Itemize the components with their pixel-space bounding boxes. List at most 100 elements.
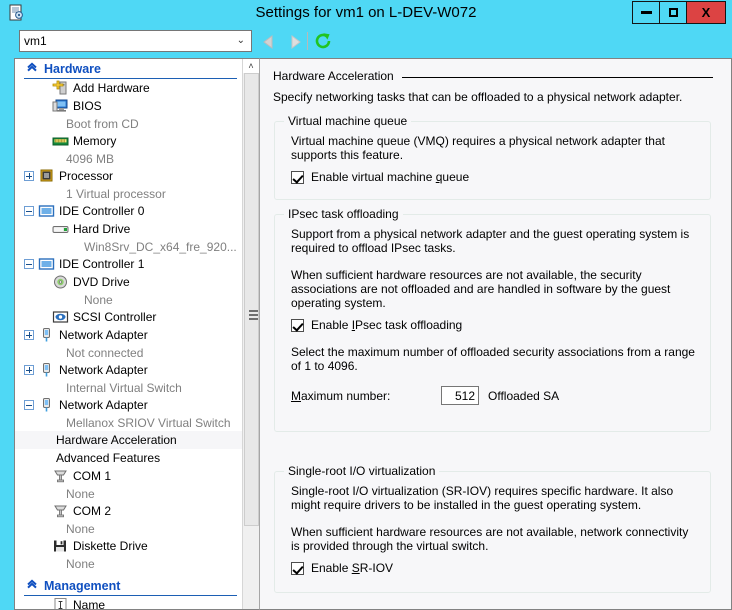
tree-item-network-adapter-3-sub: Mellanox SRIOV Virtual Switch: [15, 414, 242, 431]
section-header-management[interactable]: Management: [24, 576, 237, 596]
collapse-minus-icon[interactable]: [24, 400, 34, 410]
group-virtual-machine-queue: Virtual machine queue Virtual machine qu…: [274, 121, 711, 200]
back-arrow-icon[interactable]: [261, 33, 279, 51]
tree-item-label: Advanced Features: [56, 451, 160, 465]
tree-item-com-1[interactable]: COM 1: [15, 467, 242, 485]
settings-content-pane: Hardware Acceleration Specify networking…: [259, 58, 732, 610]
checkbox-row-enable-vmq[interactable]: Enable virtual machine queue: [291, 171, 696, 184]
tree-item-sublabel: 4096 MB: [24, 152, 114, 166]
network-adapter-icon: [38, 327, 55, 343]
tree-item-name[interactable]: Name: [15, 596, 242, 609]
window-title: Settings for vm1 on L-DEV-W072: [0, 4, 732, 21]
tree-item-label: Name: [73, 598, 105, 609]
tree-item-dvd-drive[interactable]: DVD Drive: [15, 273, 242, 291]
checkbox-enable-ipsec-task-offloading[interactable]: [291, 319, 304, 332]
tree-item-network-adapter-3[interactable]: Network Adapter: [15, 396, 242, 414]
add-hardware-icon: [52, 80, 69, 96]
expand-plus-icon[interactable]: [24, 330, 34, 340]
tree-item-ide-controller-0[interactable]: IDE Controller 0: [15, 202, 242, 220]
tree-item-bios-sub: Boot from CD: [15, 115, 242, 132]
group-body: Virtual machine queue (VMQ) requires a p…: [275, 122, 710, 194]
checkbox-row-enable-sriov[interactable]: Enable SR-IOV: [291, 562, 696, 575]
com-port-icon: [52, 503, 69, 519]
checkbox-row-enable-ipsec[interactable]: Enable IPsec task offloading: [291, 319, 696, 332]
tree-item-sublabel: None: [24, 522, 95, 536]
tree-item-label: SCSI Controller: [73, 310, 156, 324]
maximize-icon: [669, 8, 678, 17]
group-body: Single-root I/O virtualization (SR-IOV) …: [275, 472, 710, 585]
collapse-minus-icon[interactable]: [24, 259, 34, 269]
scroll-up-button[interactable]: ˄: [243, 59, 259, 73]
group-paragraph: Support from a physical network adapter …: [291, 227, 696, 255]
checkbox-label: Enable IPsec task offloading: [311, 319, 462, 332]
minimize-icon: [641, 11, 652, 14]
collapse-minus-icon[interactable]: [24, 206, 34, 216]
tree-item-add-hardware[interactable]: Add Hardware: [15, 79, 242, 97]
settings-window: Settings for vm1 on L-DEV-W072 X vm1 ⌄: [0, 0, 732, 610]
tree-item-network-adapter-2[interactable]: Network Adapter: [15, 361, 242, 379]
tree-item-label: Hard Drive: [73, 222, 130, 236]
com-port-icon: [52, 468, 69, 484]
tree-item-diskette-drive[interactable]: Diskette Drive: [15, 537, 242, 555]
chevron-down-icon: ⌄: [237, 36, 245, 46]
section-label-hardware: Hardware: [44, 62, 101, 76]
maximum-number-suffix: Offloaded SA: [488, 389, 559, 403]
checkbox-enable-virtual-machine-queue[interactable]: [291, 171, 304, 184]
tree-item-hard-drive-sub: Win8Srv_DC_x64_fre_920...: [15, 238, 242, 255]
tree-item-bios[interactable]: BIOS: [15, 97, 242, 115]
tree-item-processor[interactable]: Processor: [15, 167, 242, 185]
tree-item-label: Network Adapter: [59, 363, 148, 377]
tree-item-com-2[interactable]: COM 2: [15, 502, 242, 520]
chevron-up-icon: ˄: [248, 61, 253, 71]
checkbox-label: Enable virtual machine queue: [311, 171, 469, 184]
tree-item-network-adapter-1[interactable]: Network Adapter: [15, 326, 242, 344]
expand-plus-icon[interactable]: [24, 365, 34, 375]
group-paragraph: Single-root I/O virtualization (SR-IOV) …: [291, 484, 696, 512]
tree-item-sublabel: Win8Srv_DC_x64_fre_920...: [24, 240, 237, 254]
maximum-number-row: Maximum number: Offloaded SA: [291, 386, 696, 405]
title-rule: [402, 77, 713, 78]
close-button[interactable]: X: [686, 1, 726, 24]
page-title: Hardware Acceleration: [273, 69, 713, 83]
forward-arrow-icon[interactable]: [285, 33, 303, 51]
tree-item-label: BIOS: [73, 99, 102, 113]
group-ipsec-task-offloading: IPsec task offloading Support from a phy…: [274, 214, 711, 432]
tree-item-hard-drive[interactable]: Hard Drive: [15, 220, 242, 238]
scrollbar-thumb[interactable]: [244, 73, 259, 526]
tree-item-sublabel: None: [24, 487, 95, 501]
navigation-tree-pane: Hardware Add Hardware: [14, 58, 259, 610]
tree-item-network-adapter-2-sub: Internal Virtual Switch: [15, 379, 242, 396]
tree-item-com-1-sub: None: [15, 485, 242, 502]
minimize-button[interactable]: [632, 1, 660, 24]
memory-icon: [52, 133, 69, 149]
group-paragraph: When sufficient hardware resources are n…: [291, 268, 696, 310]
ide-controller-icon: [38, 203, 55, 219]
checkbox-enable-sr-iov[interactable]: [291, 562, 304, 575]
section-header-hardware[interactable]: Hardware: [24, 59, 237, 79]
name-icon: [52, 597, 69, 609]
page-title-text: Hardware Acceleration: [273, 69, 394, 83]
maximum-number-input[interactable]: [441, 386, 479, 405]
close-icon: X: [702, 6, 711, 19]
tree-item-label: Memory: [73, 134, 116, 148]
expand-plus-icon[interactable]: [24, 171, 34, 181]
tree-item-dvd-drive-sub: None: [15, 291, 242, 308]
tree-item-sublabel: Internal Virtual Switch: [24, 381, 182, 395]
tree-item-hardware-acceleration[interactable]: Hardware Acceleration: [15, 431, 242, 449]
tree-item-scsi-controller[interactable]: SCSI Controller: [15, 308, 242, 326]
collapse-chevron-icon[interactable]: [24, 578, 40, 593]
vm-selector-dropdown[interactable]: vm1 ⌄: [19, 30, 252, 52]
tree-item-advanced-features[interactable]: Advanced Features: [15, 449, 242, 467]
sidebar-scrollbar[interactable]: ˄: [242, 59, 259, 609]
tree-item-memory-sub: 4096 MB: [15, 150, 242, 167]
tree-item-memory[interactable]: Memory: [15, 132, 242, 150]
tree-item-label: COM 1: [73, 469, 111, 483]
maximize-button[interactable]: [659, 1, 687, 24]
tree-item-ide-controller-1[interactable]: IDE Controller 1: [15, 255, 242, 273]
tree-item-label: IDE Controller 0: [59, 204, 144, 218]
page-intro-text: Specify networking tasks that can be off…: [273, 90, 713, 104]
tree-item-label: Diskette Drive: [73, 539, 148, 553]
refresh-icon[interactable]: [313, 31, 333, 51]
bios-icon: [52, 98, 69, 114]
collapse-chevron-icon[interactable]: [24, 61, 40, 76]
